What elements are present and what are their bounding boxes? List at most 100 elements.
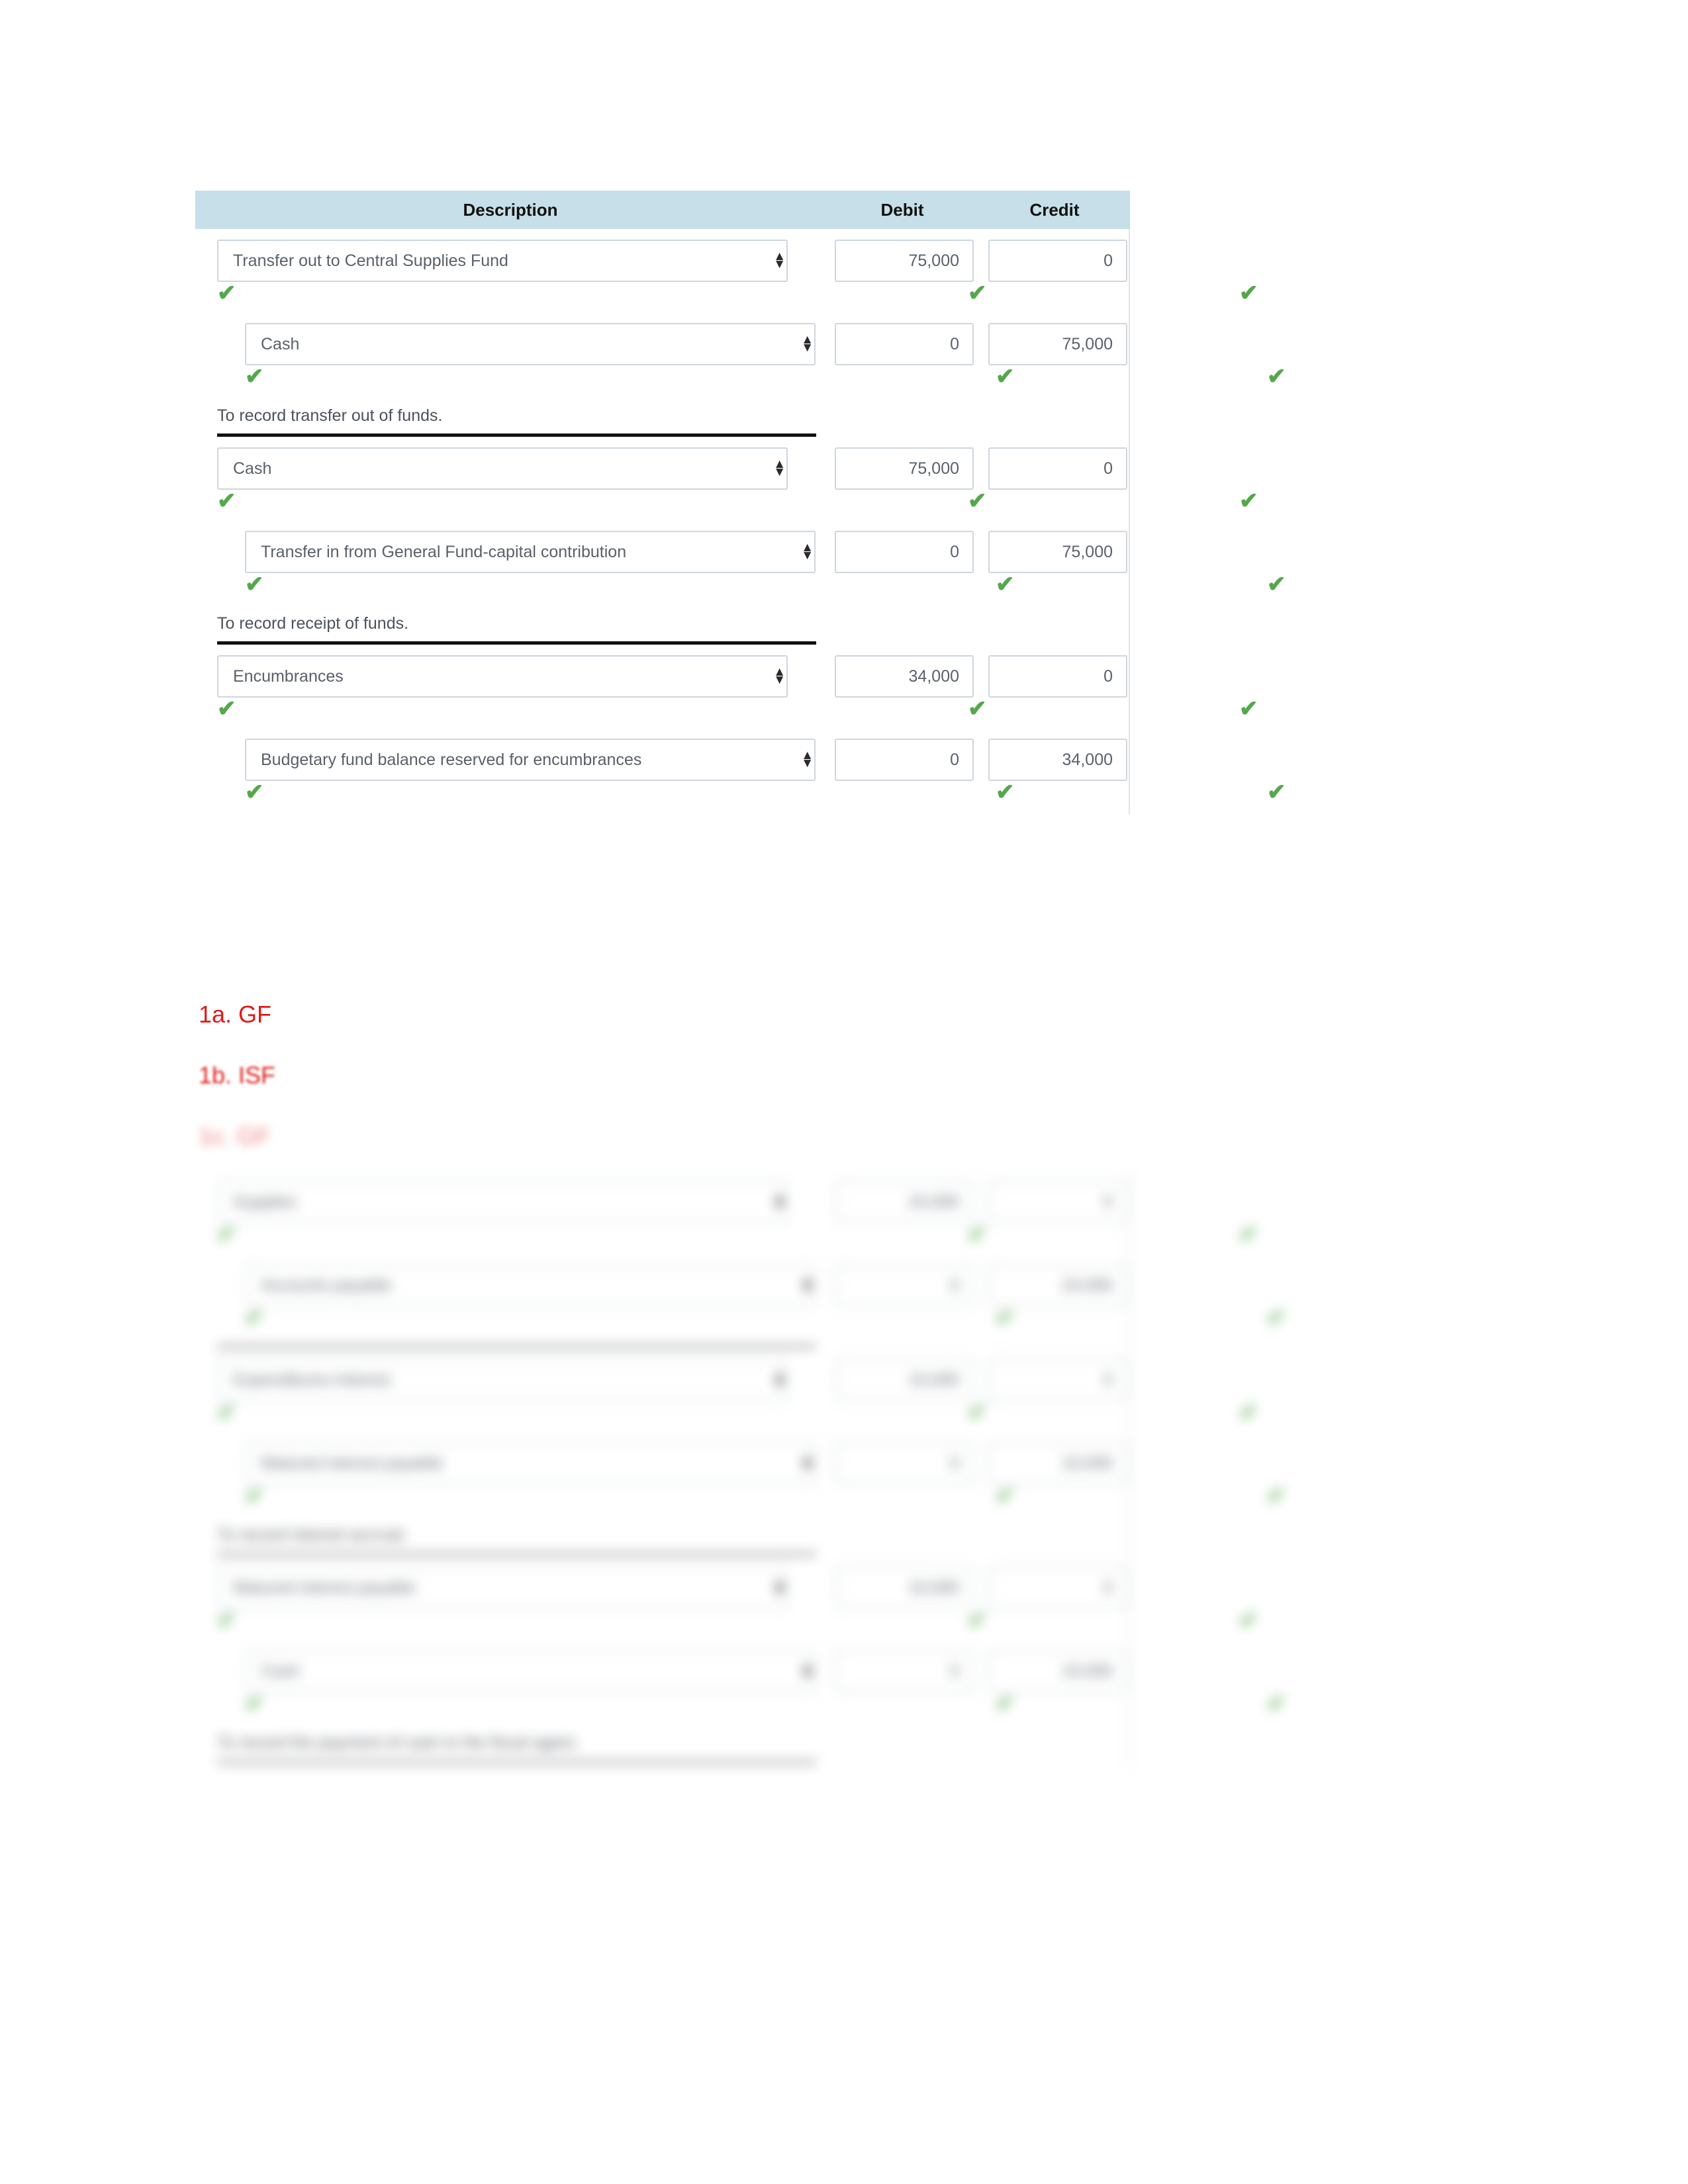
credit-cell: 24,000 [979, 1264, 1130, 1306]
credit-input[interactable]: 24,000 [988, 1264, 1127, 1306]
credit-input[interactable]: 34,000 [988, 739, 1127, 781]
account-select[interactable]: Supplies [217, 1181, 788, 1223]
annotation-1b: 1b. ISF [199, 1062, 276, 1089]
check-icon-debit: ✔ [996, 1691, 1015, 1716]
validation-check-row: ✔ ✔ ✔ [195, 1484, 1286, 1515]
description-cell: Cash ▲ ▼ [195, 323, 825, 365]
journal-line-row: Expenditures-Interest ▲ ▼ 10,000 0 [195, 1348, 1129, 1401]
account-select-wrapper: Cash ▲ ▼ [195, 1650, 825, 1692]
debit-input[interactable]: 0 [835, 1442, 974, 1484]
chevron-updown-icon[interactable]: ▲ ▼ [773, 250, 786, 270]
validation-check-row: ✔ ✔ ✔ [195, 780, 1286, 811]
chevron-updown-icon[interactable]: ▲ ▼ [801, 1661, 814, 1680]
credit-input[interactable]: 0 [988, 447, 1127, 490]
chevron-updown-icon[interactable]: ▲ ▼ [801, 541, 814, 561]
credit-input[interactable]: 10,000 [988, 1650, 1127, 1692]
credit-input[interactable]: 0 [988, 1359, 1127, 1401]
chevron-updown-icon[interactable]: ▲ ▼ [773, 666, 786, 686]
chevron-updown-icon[interactable]: ▲ ▼ [773, 1191, 786, 1211]
table-body-blurred: Supplies ▲ ▼ 24,000 0 ✔ ✔ ✔ Accounts payable ▲ ▼ 0 2… [195, 1170, 1286, 1766]
account-select[interactable]: Accounts payable [245, 1264, 816, 1306]
check-icon-description: ✔ [217, 281, 236, 306]
chevron-updown-icon[interactable]: ▲ ▼ [773, 1369, 786, 1389]
account-select[interactable]: Transfer in from General Fund-capital co… [245, 531, 816, 573]
debit-input[interactable]: 34,000 [835, 655, 974, 698]
check-icon-description: ✔ [245, 1305, 264, 1330]
entry-separator-rule [217, 1760, 816, 1764]
account-select[interactable]: Cash [245, 323, 816, 365]
debit-input[interactable]: 0 [835, 531, 974, 573]
description-cell: Matured interest payable ▲ ▼ [195, 1442, 825, 1484]
check-icon-description: ✔ [217, 1400, 236, 1425]
description-cell: Transfer in from General Fund-capital co… [195, 531, 825, 573]
check-icon-description: ✔ [245, 1691, 264, 1716]
check-icon-debit: ✔ [996, 780, 1015, 805]
account-select-wrapper: Encumbrances ▲ ▼ [195, 655, 825, 698]
debit-cell: 24,000 [825, 1181, 979, 1223]
description-cell: Accounts payable ▲ ▼ [195, 1264, 825, 1306]
validation-check-row: ✔ ✔ ✔ [195, 490, 1258, 520]
debit-input[interactable]: 10,000 [835, 1359, 974, 1401]
credit-input[interactable]: 75,000 [988, 323, 1127, 365]
journal-line-row: Matured interest payable ▲ ▼ 10,000 0 [195, 1556, 1129, 1609]
account-select-wrapper: Cash ▲ ▼ [195, 447, 825, 490]
chevron-updown-icon[interactable]: ▲ ▼ [801, 1275, 814, 1295]
description-cell: Expenditures-Interest ▲ ▼ [195, 1359, 825, 1401]
check-icon-description: ✔ [217, 1608, 236, 1633]
journal-line-row: Encumbrances ▲ ▼ 34,000 0 [195, 645, 1129, 698]
check-icon-debit: ✔ [996, 364, 1015, 389]
chevron-updown-icon[interactable]: ▲ ▼ [773, 458, 786, 478]
check-icon-credit: ✔ [1239, 1608, 1258, 1633]
entry-narrative: To record interest accrual. [217, 1525, 408, 1544]
debit-input[interactable]: 10,000 [835, 1567, 974, 1609]
account-select[interactable]: Matured interest payable [245, 1442, 816, 1484]
chevron-updown-icon[interactable]: ▲ ▼ [773, 1577, 786, 1597]
annotation-1c: 1c. GF [199, 1122, 271, 1150]
account-select[interactable]: Cash [217, 447, 788, 490]
chevron-updown-icon[interactable]: ▲ ▼ [801, 334, 814, 353]
validation-check-row: ✔ ✔ ✔ [195, 573, 1286, 604]
credit-cell: 10,000 [979, 1650, 1130, 1692]
credit-input[interactable]: 0 [988, 655, 1127, 698]
credit-cell: 75,000 [979, 531, 1130, 573]
account-select[interactable]: Budgetary fund balance reserved for encu… [245, 739, 816, 781]
check-icon-credit: ✔ [1267, 1691, 1286, 1716]
account-select[interactable]: Matured interest payable [217, 1567, 788, 1609]
chevron-updown-icon[interactable]: ▲ ▼ [801, 749, 814, 769]
validation-check-row: ✔ ✔ ✔ [195, 1305, 1286, 1337]
credit-cell: 0 [979, 655, 1130, 698]
check-icon-description: ✔ [217, 696, 236, 721]
debit-input[interactable]: 75,000 [835, 447, 974, 490]
debit-input[interactable]: 24,000 [835, 1181, 974, 1223]
account-select[interactable]: Cash [245, 1650, 816, 1692]
debit-input[interactable]: 0 [835, 1650, 974, 1692]
credit-input[interactable]: 75,000 [988, 531, 1127, 573]
credit-input[interactable]: 0 [988, 240, 1127, 282]
validation-check-row: ✔ ✔ ✔ [195, 1691, 1286, 1723]
debit-input[interactable]: 0 [835, 739, 974, 781]
account-select[interactable]: Transfer out to Central Supplies Fund [217, 240, 788, 282]
check-icon-description: ✔ [245, 364, 264, 389]
description-cell: Cash ▲ ▼ [195, 1650, 825, 1692]
description-cell: Encumbrances ▲ ▼ [195, 655, 825, 698]
check-icon-credit: ✔ [1239, 488, 1258, 514]
debit-input[interactable]: 0 [835, 323, 974, 365]
chevron-updown-icon[interactable]: ▲ ▼ [801, 1453, 814, 1473]
credit-input[interactable]: 0 [988, 1181, 1127, 1223]
check-icon-credit: ✔ [1267, 1483, 1286, 1508]
account-select[interactable]: Expenditures-Interest [217, 1359, 788, 1401]
column-header-description: Description [463, 199, 558, 220]
credit-input[interactable]: 10,000 [988, 1442, 1127, 1484]
account-select[interactable]: Encumbrances [217, 655, 788, 698]
table-header-row: Description Debit Credit [195, 191, 1130, 229]
account-select-wrapper: Matured interest payable ▲ ▼ [195, 1567, 825, 1609]
credit-cell: 10,000 [979, 1442, 1130, 1484]
journal-line-row: Matured interest payable ▲ ▼ 0 10,000 [195, 1432, 1129, 1484]
account-select-wrapper: Transfer in from General Fund-capital co… [195, 531, 825, 573]
credit-input[interactable]: 0 [988, 1567, 1127, 1609]
validation-check-row: ✔ ✔ ✔ [195, 281, 1258, 312]
journal-line-row: Transfer in from General Fund-capital co… [195, 520, 1129, 573]
credit-cell: 0 [979, 1359, 1130, 1401]
debit-input[interactable]: 0 [835, 1264, 974, 1306]
debit-input[interactable]: 75,000 [835, 240, 974, 282]
